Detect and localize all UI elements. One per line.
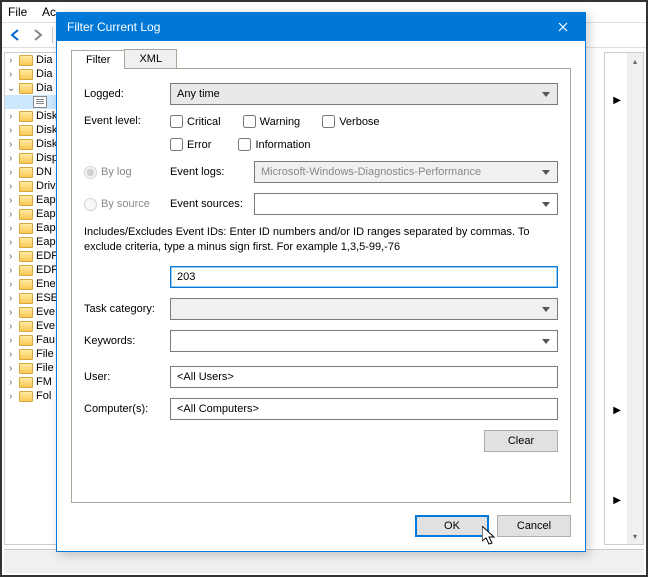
label-logged: Logged:	[84, 88, 170, 100]
tab-filter[interactable]: Filter	[71, 50, 125, 69]
clear-button[interactable]: Clear	[484, 430, 558, 452]
user-input[interactable]	[170, 366, 558, 388]
right-panel: ▴ ▾ ▶ ▶ ▶	[604, 52, 644, 545]
help-text: Includes/Excludes Event IDs: Enter ID nu…	[84, 225, 558, 256]
tree-item-label: Dia	[36, 82, 53, 94]
folder-icon	[19, 139, 33, 150]
tree-item-label: Ene	[36, 278, 56, 290]
tree-item-label: Eve	[36, 306, 55, 318]
tree-item-label: File	[36, 348, 54, 360]
label-user: User:	[84, 371, 170, 383]
folder-icon	[19, 363, 33, 374]
folder-icon	[19, 181, 33, 192]
filter-dialog: Filter Current Log Filter XML Logged: An…	[56, 12, 586, 552]
label-event-logs: Event logs:	[170, 166, 254, 178]
folder-icon	[19, 349, 33, 360]
label-event-level: Event level:	[84, 115, 170, 127]
event-sources-dropdown[interactable]	[254, 193, 558, 215]
tree-item-label: Eap	[36, 208, 56, 220]
checkbox-information[interactable]: Information	[238, 138, 310, 151]
computers-input[interactable]	[170, 398, 558, 420]
tab-content: Logged: Any time Event level: Critical W…	[71, 69, 571, 503]
close-icon	[558, 22, 568, 32]
tree-item-label: Eap	[36, 222, 56, 234]
folder-icon	[19, 111, 33, 122]
folder-icon	[19, 83, 33, 94]
folder-icon	[19, 321, 33, 332]
tree-item-label: Disk	[36, 110, 57, 122]
folder-icon	[19, 265, 33, 276]
checkbox-warning[interactable]: Warning	[243, 115, 301, 128]
tab-xml[interactable]: XML	[124, 49, 177, 68]
tree-item-label: Eap	[36, 194, 56, 206]
scroll-track[interactable]	[627, 69, 643, 528]
folder-icon	[19, 153, 33, 164]
label-task-category: Task category:	[84, 303, 170, 315]
tree-item-label: Disk	[36, 124, 57, 136]
tree-item-label: Disp	[36, 152, 58, 164]
tabs: Filter XML	[71, 49, 571, 69]
tree-item-label: DN	[36, 166, 52, 178]
menu-action[interactable]: Ac	[42, 5, 56, 19]
cancel-button[interactable]: Cancel	[497, 515, 571, 537]
checkbox-critical[interactable]: Critical	[170, 115, 221, 128]
arrow-icon: ▶	[613, 405, 621, 416]
ok-button[interactable]: OK	[415, 515, 489, 537]
tree-item-label: Disk	[36, 138, 57, 150]
folder-icon	[19, 335, 33, 346]
logged-dropdown[interactable]: Any time	[170, 83, 558, 105]
menu-file[interactable]: File	[8, 5, 27, 19]
dialog-body: Filter XML Logged: Any time Event level:…	[57, 41, 585, 551]
tree-item-label: FM	[36, 376, 52, 388]
event-ids-input[interactable]	[170, 266, 558, 288]
folder-icon	[19, 223, 33, 234]
folder-icon	[19, 391, 33, 402]
tree-item-label: Dia	[36, 54, 53, 66]
back-icon[interactable]	[8, 27, 24, 43]
tree-item-label: Driv	[36, 180, 56, 192]
keywords-dropdown[interactable]	[170, 330, 558, 352]
label-event-sources: Event sources:	[170, 198, 254, 210]
arrow-icon: ▶	[613, 495, 621, 506]
label-keywords: Keywords:	[84, 335, 170, 347]
folder-icon	[19, 69, 33, 80]
log-icon	[33, 96, 47, 108]
folder-icon	[19, 251, 33, 262]
folder-icon	[19, 209, 33, 220]
dialog-title: Filter Current Log	[67, 20, 160, 34]
folder-icon	[19, 167, 33, 178]
checkbox-verbose[interactable]: Verbose	[322, 115, 379, 128]
tree-item-label: Fau	[36, 334, 55, 346]
tree-item-label: File	[36, 362, 54, 374]
event-logs-dropdown: Microsoft-Windows-Diagnostics-Performanc…	[254, 161, 558, 183]
label-computers: Computer(s):	[84, 403, 170, 415]
tree-item-label: ESE	[36, 292, 58, 304]
task-category-dropdown[interactable]	[170, 298, 558, 320]
close-button[interactable]	[541, 13, 585, 41]
tree-item-label: Dia	[36, 68, 53, 80]
scroll-up-icon[interactable]: ▴	[627, 53, 643, 69]
folder-icon	[19, 377, 33, 388]
folder-icon	[19, 237, 33, 248]
radio-by-source: By source	[84, 198, 170, 211]
checkbox-error[interactable]: Error	[170, 138, 211, 151]
folder-icon	[19, 55, 33, 66]
folder-icon	[19, 195, 33, 206]
statusbar	[4, 549, 644, 573]
scroll-down-icon[interactable]: ▾	[627, 528, 643, 544]
folder-icon	[19, 279, 33, 290]
tree-item-label: Fol	[36, 390, 51, 402]
folder-icon	[19, 307, 33, 318]
folder-icon	[19, 293, 33, 304]
dialog-titlebar: Filter Current Log	[57, 13, 585, 41]
radio-by-log: By log	[84, 166, 170, 179]
arrow-icon: ▶	[613, 95, 621, 106]
tree-item-label: Eve	[36, 320, 55, 332]
folder-icon	[19, 125, 33, 136]
forward-icon[interactable]	[30, 27, 46, 43]
tree-item-label: Eap	[36, 236, 56, 248]
